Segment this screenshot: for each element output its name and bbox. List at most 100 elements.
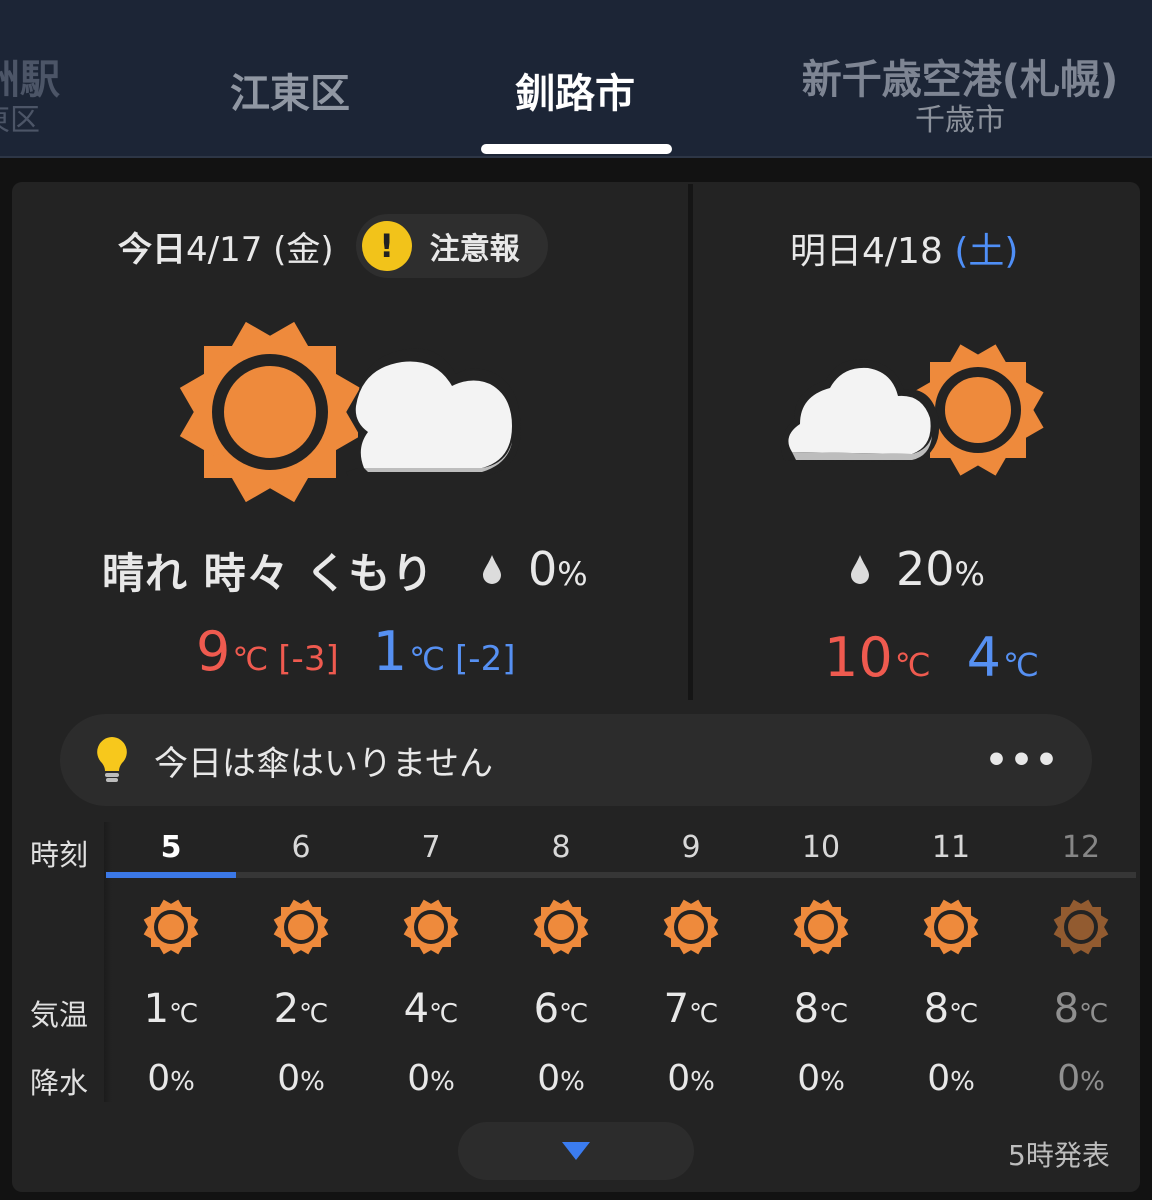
hour-temp-unit: ℃ [1079,999,1109,1029]
lightbulb-icon [97,737,127,782]
today-low-temp: 1 [372,620,408,683]
today-date-value: 4/17 [186,229,263,270]
today-high-temp: 9 [196,620,231,683]
hour-rain-unit: % [430,1067,455,1097]
alert-label: 注意報 [429,232,520,267]
hour-rain-unit: % [820,1067,845,1097]
more-options-icon[interactable]: ••• [985,740,1060,781]
hour-precipitation: 0% [626,1058,756,1099]
sun-icon [1016,896,1146,958]
sun-icon [626,896,756,958]
raindrop-icon [483,555,501,584]
hour-temp-value: 8 [1053,986,1080,1032]
hour-temperature: 8℃ [756,986,886,1032]
alert-button[interactable]: ! 注意報 [355,214,548,278]
sun-icon [236,896,366,958]
time-row-label: 時刻 [30,838,89,872]
hour-temp-unit: ℃ [819,999,849,1029]
hour-temp-value: 7 [663,986,690,1032]
sun-then-cloud-icon [176,318,526,512]
hour-temp-unit: ℃ [949,999,979,1029]
tomorrow-temperatures: 10 ℃ 4 ℃ [824,626,1039,689]
hour-rain-unit: % [690,1067,715,1097]
raindrop-icon [851,555,869,584]
sun-icon [496,896,626,958]
hour-label: 8 [551,830,571,865]
hour-rain-unit: % [560,1067,585,1097]
today-header: 今日4/17 (金) ! 注意報 [118,214,548,278]
tomorrow-rain-value: 20 [896,542,955,596]
hour-rain-value: 0 [537,1058,561,1099]
issued-time: 5時発表 [1008,1139,1110,1172]
hour-temperature: 7℃ [626,986,756,1032]
tab-location-koto[interactable]: 江東区 [190,70,390,118]
today-low-unit: ℃ [409,640,446,678]
hour-rain-unit: % [300,1067,325,1097]
tomorrow-low-unit: ℃ [1003,646,1039,684]
current-hour-indicator [106,872,236,878]
hour-rain-value: 0 [277,1058,301,1099]
chevron-down-icon [562,1142,590,1160]
hour-precipitation: 0% [236,1058,366,1099]
hour-temp-value: 2 [273,986,300,1032]
sun-icon [366,896,496,958]
hour-temp-unit: ℃ [429,999,459,1029]
tomorrow-high-temp: 10 [824,626,893,689]
hour-temp-value: 4 [403,986,430,1032]
expand-button[interactable] [458,1122,694,1180]
warning-icon: ! [361,221,412,271]
hour-rain-unit: % [170,1067,195,1097]
hour-temperature: 6℃ [496,986,626,1032]
hour-label: 12 [1061,830,1101,865]
tab-location-kushiro[interactable]: 釧路市 [470,70,680,118]
temp-row-label: 気温 [30,998,89,1032]
sun-icon [886,896,1016,958]
today-date: 今日4/17 (金) [118,222,334,271]
today-low-diff: [-2] [455,639,516,679]
hour-temp-unit: ℃ [559,999,589,1029]
hour-label: 11 [931,830,971,865]
hour-rain-value: 0 [797,1058,821,1099]
hour-temp-unit: ℃ [169,999,199,1029]
location-tab-bar: 洲駅 東区 江東区 釧路市 新千歳空港(札幌) 千歳市 [0,0,1152,158]
tab-station-name: 洲駅 [0,57,60,103]
tomorrow-label: 明日 [790,231,863,272]
tomorrow-weekday-close: ) [1004,231,1019,272]
hour-scroll-track[interactable] [106,872,1136,878]
tab-location-chitose[interactable]: 新千歳空港(札幌) 千歳市 [770,56,1150,138]
hour-precipitation: 0% [366,1058,496,1099]
sun-icon [106,896,236,958]
today-precipitation: 0% [480,542,588,596]
hour-temp-value: 8 [923,986,950,1032]
tab-location-station[interactable]: 洲駅 東区 [0,56,90,138]
tomorrow-weekday-open: ( [954,231,969,272]
tomorrow-high-unit: ℃ [894,646,931,684]
tomorrow-weekday: 土 [968,231,1005,272]
tomorrow-rain-unit: % [954,555,985,593]
today-weather-text: 晴れ 時々 くもり [102,549,435,598]
hour-label: 6 [291,830,311,865]
hour-temperature: 8℃ [886,986,1016,1032]
today-label: 今日 [118,229,186,270]
today-weekday: (金) [273,229,334,270]
cloud-then-sun-icon [778,340,1058,494]
today-rain-value: 0 [528,542,558,596]
advice-text: 今日は傘はいりません [154,743,493,784]
hour-label: 5 [160,830,182,865]
hour-temperature: 4℃ [366,986,496,1032]
tab-station-sub: 東区 [0,103,40,138]
tab-chitose-name: 新千歳空港(札幌) [801,57,1119,103]
hour-label: 7 [421,830,441,865]
sun-icon [756,896,886,958]
hour-precipitation: 0% [1016,1058,1146,1099]
umbrella-advice-bar[interactable]: 今日は傘はいりません ••• [60,714,1092,806]
tab-chitose-sub: 千歳市 [915,103,1005,138]
tomorrow-low-temp: 4 [966,626,1002,689]
hour-rain-unit: % [950,1067,975,1097]
hour-temperature: 1℃ [106,986,236,1032]
hour-temperature: 8℃ [1016,986,1146,1032]
rain-row-label: 降水 [30,1066,89,1100]
tomorrow-precipitation: 20% [848,542,985,596]
tab-kushiro-name: 釧路市 [515,71,635,117]
today-rain-unit: % [557,555,588,593]
